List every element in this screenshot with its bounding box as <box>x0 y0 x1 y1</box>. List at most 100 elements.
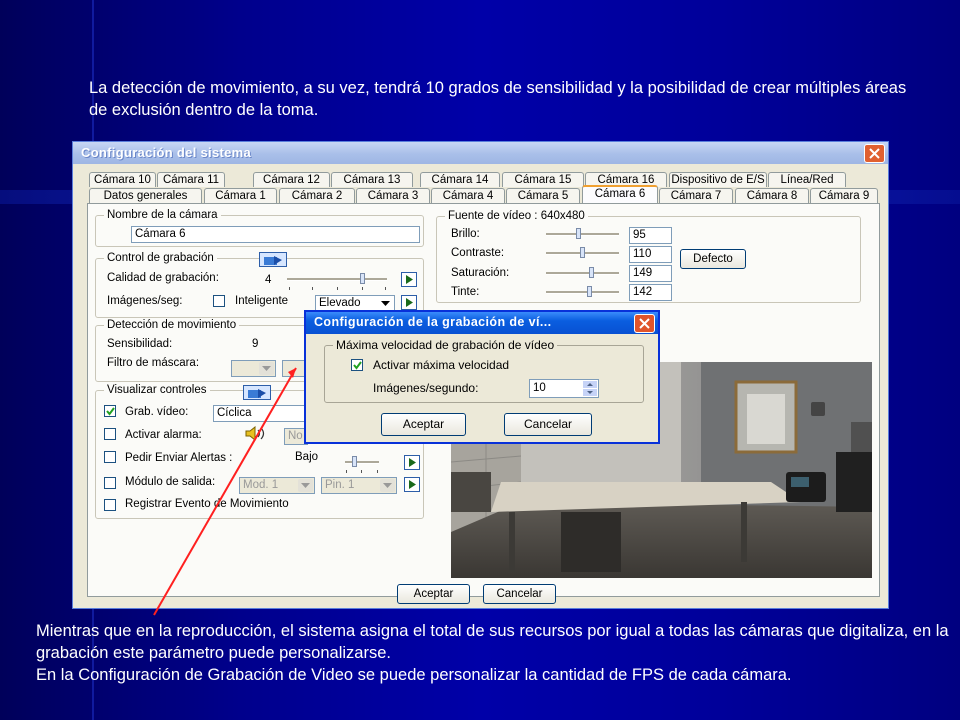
rec-video-select[interactable]: Cíclica <box>213 405 308 422</box>
alarm-checkbox[interactable] <box>104 428 116 440</box>
alerts-level-label: Bajo <box>295 451 319 463</box>
contrast-input[interactable]: 110 <box>629 246 672 263</box>
dialog-group-legend: Máxima velocidad de grabación de vídeo <box>333 338 558 352</box>
saturation-slider-track[interactable] <box>546 272 619 275</box>
log-event-checkbox[interactable] <box>104 499 116 511</box>
speaker-icon[interactable] <box>245 426 269 441</box>
window-cancel-button[interactable]: Cancelar <box>483 584 556 604</box>
slide-bottom-line-1: Mientras que en la reproducción, el sist… <box>36 622 949 662</box>
mask-filter-label: Filtro de máscara: <box>107 357 200 369</box>
display-controls-button[interactable] <box>243 385 271 400</box>
tab-camara-6[interactable]: Cámara 6 <box>582 185 658 203</box>
alarm-label: Activar alarma: <box>125 429 202 441</box>
sensitivity-label: Sensibilidad: <box>107 338 173 350</box>
quality-slider-track[interactable] <box>287 278 387 281</box>
window-close-button[interactable] <box>864 144 885 163</box>
smart-label: Inteligente <box>235 295 289 307</box>
quality-slider-thumb[interactable] <box>360 273 365 284</box>
quality-value: 4 <box>265 274 272 286</box>
brightness-input[interactable]: 95 <box>629 227 672 244</box>
tab-camara-7[interactable]: Cámara 7 <box>659 188 733 203</box>
tab-camara-2[interactable]: Cámara 2 <box>279 188 355 203</box>
slide-top-text: La detección de movimiento, a su vez, te… <box>89 79 907 119</box>
tab-camara-9[interactable]: Cámara 9 <box>810 188 878 203</box>
close-icon <box>639 318 650 329</box>
alerts-label: Pedir Enviar Alertas : <box>125 452 233 464</box>
fps-label: Imágenes/seg: <box>107 295 183 307</box>
recording-settings-button[interactable] <box>259 252 287 267</box>
hue-label: Tinte: <box>451 286 480 298</box>
alerts-slider-track[interactable] <box>345 461 379 464</box>
output-apply-button[interactable] <box>404 477 420 492</box>
brightness-label: Brillo: <box>451 228 480 240</box>
dialog-accept-button[interactable]: Aceptar <box>381 413 466 436</box>
brightness-slider-thumb[interactable] <box>576 228 581 239</box>
tab-camara-14[interactable]: Cámara 14 <box>420 172 500 187</box>
slide-bottom-text: Mientras que en la reproducción, el sist… <box>36 620 951 686</box>
saturation-input[interactable]: 149 <box>629 265 672 282</box>
dialog-fps-input[interactable]: 10 <box>529 379 599 398</box>
brightness-slider-track[interactable] <box>546 233 619 236</box>
spin-arrows-icon[interactable] <box>583 381 597 396</box>
alerts-slider-thumb[interactable] <box>352 456 357 467</box>
window-accept-button[interactable]: Aceptar <box>397 584 470 604</box>
hue-input[interactable]: 142 <box>629 284 672 301</box>
pin-select-value: Pin. 1 <box>325 479 355 491</box>
max-speed-checkbox[interactable] <box>351 359 363 371</box>
tab-camara-15[interactable]: Cámara 15 <box>502 172 584 187</box>
output-module-checkbox[interactable] <box>104 477 116 489</box>
play-arrow-icon <box>409 480 416 489</box>
mask-filter-dropdown[interactable] <box>259 362 274 375</box>
alerts-apply-button[interactable] <box>404 455 420 470</box>
tab-camara-8[interactable]: Cámara 8 <box>735 188 809 203</box>
play-arrow-icon <box>409 458 416 467</box>
tab-dispositivo-es[interactable]: Dispositivo de E/S <box>669 172 767 187</box>
tab-camara-3[interactable]: Cámara 3 <box>356 188 430 203</box>
tab-camara-11[interactable]: Cámara 11 <box>157 172 225 187</box>
pin-select[interactable]: Pin. 1 <box>321 477 397 494</box>
contrast-slider-thumb[interactable] <box>580 247 585 258</box>
tab-linea-red[interactable]: Línea/Red <box>768 172 846 187</box>
tab-camara-5[interactable]: Cámara 5 <box>506 188 580 203</box>
window-title: Configuración del sistema <box>81 145 252 160</box>
module-select[interactable]: Mod. 1 <box>239 477 315 494</box>
alerts-checkbox[interactable] <box>104 451 116 463</box>
module-select-dropdown[interactable] <box>298 479 313 492</box>
sensitivity-value: 9 <box>252 338 259 350</box>
slide-bottom-line-2: En la Configuración de Grabación de Vide… <box>36 666 792 684</box>
pin-select-dropdown[interactable] <box>380 479 395 492</box>
chevron-down-icon <box>262 366 271 371</box>
play-arrow-icon <box>406 275 413 284</box>
tab-camara-4[interactable]: Cámara 4 <box>431 188 505 203</box>
dialog-fps-label: Imágenes/segundo: <box>373 381 479 395</box>
fps-select-dropdown[interactable] <box>378 297 393 310</box>
dialog-titlebar: Configuración de la grabación de ví... <box>306 312 658 334</box>
quality-apply-button[interactable] <box>401 272 417 287</box>
mask-filter-select[interactable] <box>231 360 276 377</box>
tab-camara-1[interactable]: Cámara 1 <box>204 188 277 203</box>
recording-config-dialog: Configuración de la grabación de ví... M… <box>304 310 660 444</box>
max-speed-label: Activar máxima velocidad <box>373 358 510 372</box>
alerts-slider-ticks <box>345 470 379 473</box>
window-titlebar: Configuración del sistema <box>73 142 888 164</box>
camera-name-group: Nombre de la cámara Cámara 6 <box>95 208 424 247</box>
default-button[interactable]: Defecto <box>680 249 746 269</box>
camera-name-input[interactable]: Cámara 6 <box>131 226 420 243</box>
hue-slider-thumb[interactable] <box>587 286 592 297</box>
hue-slider-track[interactable] <box>546 291 619 294</box>
alarm-select-value: No <box>288 430 303 442</box>
rec-video-label: Grab. vídeo: <box>125 406 189 418</box>
rec-video-checkbox[interactable] <box>104 405 116 417</box>
dialog-close-button[interactable] <box>634 314 655 333</box>
camera-name-legend: Nombre de la cámara <box>104 208 221 222</box>
checkmark-icon <box>106 407 115 416</box>
tab-camara-12[interactable]: Cámara 12 <box>253 172 330 187</box>
dialog-cancel-button[interactable]: Cancelar <box>504 413 592 436</box>
tab-camara-13[interactable]: Cámara 13 <box>331 172 413 187</box>
tab-datos-generales[interactable]: Datos generales <box>89 188 202 203</box>
tab-camara-10[interactable]: Cámara 10 <box>89 172 156 187</box>
fps-apply-button[interactable] <box>401 295 417 310</box>
recording-control-group: Control de grabación Calidad de grabació… <box>95 251 424 318</box>
saturation-slider-thumb[interactable] <box>589 267 594 278</box>
smart-checkbox[interactable] <box>213 295 225 307</box>
